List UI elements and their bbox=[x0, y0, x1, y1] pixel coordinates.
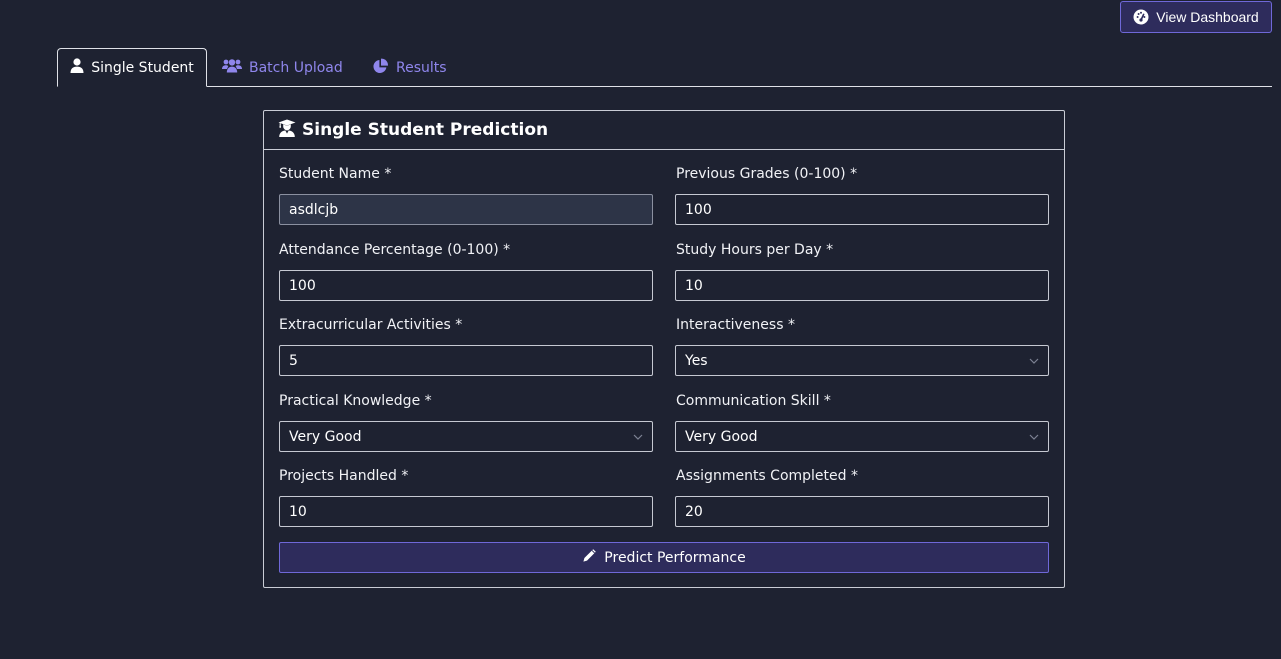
tab-single-student-label: Single Student bbox=[91, 59, 194, 76]
tab-results-label: Results bbox=[396, 59, 447, 76]
attendance-input[interactable]: 100 bbox=[279, 270, 653, 301]
interactiveness-label: Interactiveness * bbox=[676, 317, 795, 333]
users-icon bbox=[222, 58, 242, 77]
pencil-icon bbox=[582, 548, 597, 567]
study-hours-value: 10 bbox=[685, 277, 703, 294]
tab-batch-upload[interactable]: Batch Upload bbox=[222, 48, 343, 87]
previous-grades-value: 100 bbox=[685, 201, 712, 218]
practical-knowledge-select[interactable]: Very Good bbox=[279, 421, 653, 452]
tab-single-student[interactable]: Single Student bbox=[57, 48, 207, 87]
tab-results[interactable]: Results bbox=[372, 48, 447, 87]
student-name-value: asdlcjb bbox=[289, 201, 339, 218]
projects-handled-label: Projects Handled * bbox=[279, 468, 409, 484]
chevron-down-icon bbox=[633, 434, 643, 440]
gauge-icon bbox=[1133, 9, 1149, 25]
attendance-label: Attendance Percentage (0-100) * bbox=[279, 242, 511, 258]
view-dashboard-button[interactable]: View Dashboard bbox=[1120, 1, 1272, 33]
practical-knowledge-label: Practical Knowledge * bbox=[279, 393, 432, 409]
extracurricular-value: 5 bbox=[289, 352, 298, 369]
interactiveness-select[interactable]: Yes bbox=[675, 345, 1049, 376]
single-student-prediction-card: Single Student Prediction Student Name *… bbox=[263, 110, 1065, 588]
projects-handled-input[interactable]: 10 bbox=[279, 496, 653, 527]
card-title: Single Student Prediction bbox=[302, 120, 549, 140]
extracurricular-label: Extracurricular Activities * bbox=[279, 317, 463, 333]
student-name-input[interactable]: asdlcjb bbox=[279, 194, 653, 225]
study-hours-label: Study Hours per Day * bbox=[676, 242, 834, 258]
assignments-completed-label: Assignments Completed * bbox=[676, 468, 858, 484]
predict-performance-button[interactable]: Predict Performance bbox=[279, 542, 1049, 573]
previous-grades-label: Previous Grades (0-100) * bbox=[676, 166, 858, 182]
previous-grades-input[interactable]: 100 bbox=[675, 194, 1049, 225]
card-header: Single Student Prediction bbox=[264, 111, 1064, 150]
communication-skill-select[interactable]: Very Good bbox=[675, 421, 1049, 452]
chevron-down-icon bbox=[1029, 358, 1039, 364]
assignments-completed-input[interactable]: 20 bbox=[675, 496, 1049, 527]
study-hours-input[interactable]: 10 bbox=[675, 270, 1049, 301]
interactiveness-value: Yes bbox=[685, 352, 708, 369]
view-dashboard-label: View Dashboard bbox=[1156, 9, 1259, 25]
graduate-icon bbox=[278, 119, 296, 142]
user-icon bbox=[70, 58, 84, 77]
practical-knowledge-value: Very Good bbox=[289, 428, 362, 445]
student-name-label: Student Name * bbox=[279, 166, 392, 182]
chevron-down-icon bbox=[1029, 434, 1039, 440]
attendance-value: 100 bbox=[289, 277, 316, 294]
tab-batch-upload-label: Batch Upload bbox=[249, 59, 343, 76]
assignments-completed-value: 20 bbox=[685, 503, 703, 520]
communication-skill-label: Communication Skill * bbox=[676, 393, 831, 409]
predict-performance-label: Predict Performance bbox=[604, 549, 746, 566]
communication-skill-value: Very Good bbox=[685, 428, 758, 445]
projects-handled-value: 10 bbox=[289, 503, 307, 520]
pie-chart-icon bbox=[372, 58, 389, 78]
extracurricular-input[interactable]: 5 bbox=[279, 345, 653, 376]
